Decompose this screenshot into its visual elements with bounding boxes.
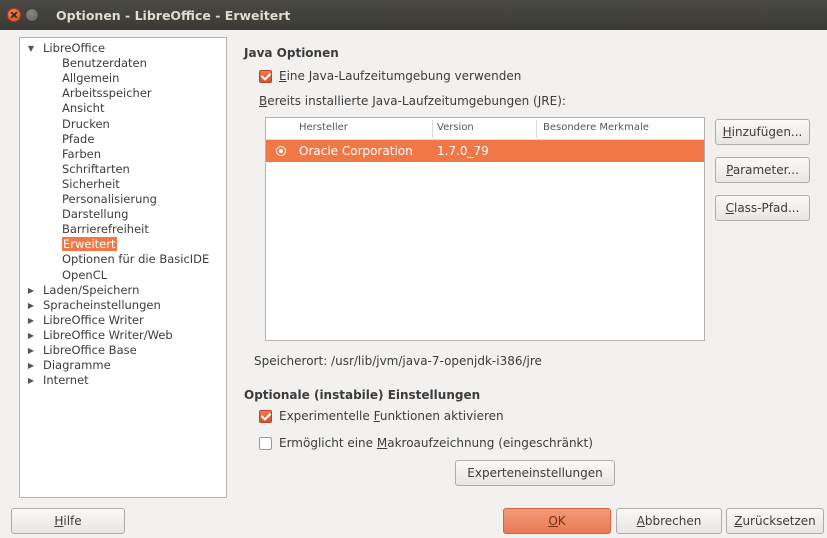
experimental-features-checkbox[interactable] — [259, 410, 272, 423]
tree-item[interactable]: Allgemein — [62, 71, 119, 86]
tree-item[interactable]: ▶ Diagramme — [28, 358, 111, 373]
cancel-button[interactable]: Abbrechen — [616, 508, 722, 534]
collapsed-arrow-icon[interactable]: ▶ — [26, 358, 36, 373]
collapsed-arrow-icon[interactable]: ▶ — [26, 373, 36, 388]
tree-item-label: Arbeitsspeicher — [62, 86, 152, 101]
experimental-features-label[interactable]: Experimentelle Funktionen aktivieren — [279, 409, 504, 423]
tree-item[interactable]: ▶ Spracheinstellungen — [28, 297, 161, 313]
collapsed-arrow-icon[interactable]: ▶ — [26, 328, 36, 343]
tree-item[interactable]: Farben — [62, 147, 101, 162]
collapsed-arrow-icon[interactable]: ▶ — [26, 298, 36, 313]
tree-item[interactable]: ▼ LibreOffice — [28, 41, 106, 56]
reset-button[interactable]: Zurücksetzen — [726, 508, 824, 534]
collapsed-arrow-icon[interactable]: ▶ — [26, 313, 36, 328]
tree-item[interactable]: OpenCL — [62, 268, 107, 283]
java-options-heading: Java Optionen — [244, 46, 339, 60]
macro-recording-checkbox[interactable] — [259, 437, 272, 450]
tree-item-label: Diagramme — [43, 358, 111, 373]
close-icon[interactable] — [7, 8, 21, 22]
tree-item-label: LibreOffice — [43, 41, 106, 55]
tree-item[interactable]: Erweitert — [62, 237, 117, 252]
tree-item-label: LibreOffice Writer/Web — [43, 327, 173, 342]
tree-item[interactable]: Benutzerdaten — [62, 56, 147, 71]
tree-item-label: Schriftarten — [62, 161, 130, 176]
tree-item-label: Ansicht — [62, 101, 105, 116]
table-row[interactable]: Oracle Corporation 1.7.0_79 — [266, 140, 704, 162]
window-title: Optionen - LibreOffice - Erweitert — [56, 8, 291, 23]
collapsed-arrow-icon[interactable]: ▶ — [26, 343, 36, 358]
tree-item-label: LibreOffice Writer — [43, 312, 144, 327]
column-divider — [536, 120, 537, 138]
tree-item[interactable]: Arbeitsspeicher — [62, 86, 152, 101]
tree-item[interactable]: Personalisierung — [62, 192, 157, 207]
tree-item-label: Farben — [62, 146, 101, 161]
add-jre-button[interactable]: Hinzufügen... — [715, 119, 810, 145]
tree-item-label: Drucken — [62, 116, 110, 131]
tree-item[interactable]: Optionen für die BasicIDE — [62, 252, 209, 267]
tree-item-label: Barrierefreiheit — [62, 222, 149, 237]
tree-item[interactable]: Pfade — [62, 132, 94, 147]
use-jre-label[interactable]: Eine Java-Laufzeitumgebung verwenden — [279, 69, 521, 83]
tree-item-label: OpenCL — [62, 267, 108, 282]
class-path-button[interactable]: Class-Pfad... — [715, 195, 810, 221]
tree-item-label: Pfade — [62, 131, 95, 146]
column-divider — [432, 120, 433, 138]
tree-item-label: Spracheinstellungen — [43, 297, 161, 312]
column-header-version[interactable]: Version — [437, 122, 474, 133]
jre-table[interactable]: Hersteller Version Besondere Merkmale Or… — [265, 117, 705, 341]
column-header-vendor[interactable]: Hersteller — [299, 122, 348, 133]
expanded-arrow-icon[interactable]: ▼ — [26, 41, 36, 56]
tree-item-label: Internet — [43, 373, 89, 388]
column-header-features[interactable]: Besondere Merkmale — [543, 122, 649, 133]
tree-item-label: Darstellung — [62, 207, 129, 222]
tree-item[interactable]: Sicherheit — [62, 177, 120, 192]
collapsed-arrow-icon[interactable]: ▶ — [26, 283, 36, 298]
tree-item[interactable]: ▶ Laden/Speichern — [28, 282, 140, 298]
parameters-button[interactable]: Parameter... — [715, 157, 810, 183]
minimize-icon[interactable] — [25, 8, 39, 22]
jre-vendor: Oracle Corporation — [299, 144, 413, 158]
tree-item[interactable]: Drucken — [62, 117, 110, 132]
tree-item[interactable]: ▶ LibreOffice Writer/Web — [28, 327, 173, 343]
installed-jre-label: Bereits installierte Java-Laufzeitumgebu… — [259, 94, 566, 108]
tree-item[interactable]: ▶ Internet — [28, 373, 89, 388]
expert-settings-button[interactable]: Experteneinstellungen — [455, 460, 615, 486]
title-bar: Optionen - LibreOffice - Erweitert — [0, 0, 827, 30]
jre-select-radio[interactable] — [276, 146, 286, 156]
jre-version: 1.7.0_79 — [437, 144, 489, 158]
tree-item-label: Sicherheit — [62, 176, 120, 191]
tree-item[interactable]: Schriftarten — [62, 162, 130, 177]
use-jre-checkbox[interactable] — [259, 70, 272, 83]
tree-item-label: Benutzerdaten — [62, 56, 147, 71]
tree-item-label: Laden/Speichern — [43, 282, 140, 297]
options-tree[interactable]: ▼ LibreOffice Benutzerdaten Allgemein Arbeit… — [19, 37, 227, 498]
tree-item-label: Optionen für die BasicIDE — [62, 252, 210, 267]
ok-button[interactable]: OK — [503, 508, 611, 534]
macro-recording-label[interactable]: Ermöglicht eine Makroaufzeichnung (einge… — [279, 436, 593, 450]
jre-table-header: Hersteller Version Besondere Merkmale — [266, 118, 704, 140]
help-button[interactable]: Hilfe — [11, 508, 125, 534]
tree-item[interactable]: Ansicht — [62, 101, 104, 116]
tree-item-label: LibreOffice Base — [43, 343, 137, 357]
options-dialog: Optionen - LibreOffice - Erweitert ▼ Libr… — [0, 0, 827, 538]
tree-item[interactable]: ▶ LibreOffice Writer — [28, 312, 144, 328]
tree-item[interactable]: ▶ LibreOffice Base — [28, 343, 137, 358]
jre-location: Speicherort: /usr/lib/jvm/java-7-openjdk… — [254, 354, 542, 368]
tree-item[interactable]: Darstellung — [62, 207, 128, 222]
tree-item-label: Personalisierung — [62, 192, 157, 206]
tree-item[interactable]: Barrierefreiheit — [62, 222, 149, 237]
optional-settings-heading: Optionale (instabile) Einstellungen — [244, 388, 481, 402]
tree-item-label: Erweitert — [62, 237, 117, 252]
tree-item-label: Allgemein — [62, 71, 120, 86]
